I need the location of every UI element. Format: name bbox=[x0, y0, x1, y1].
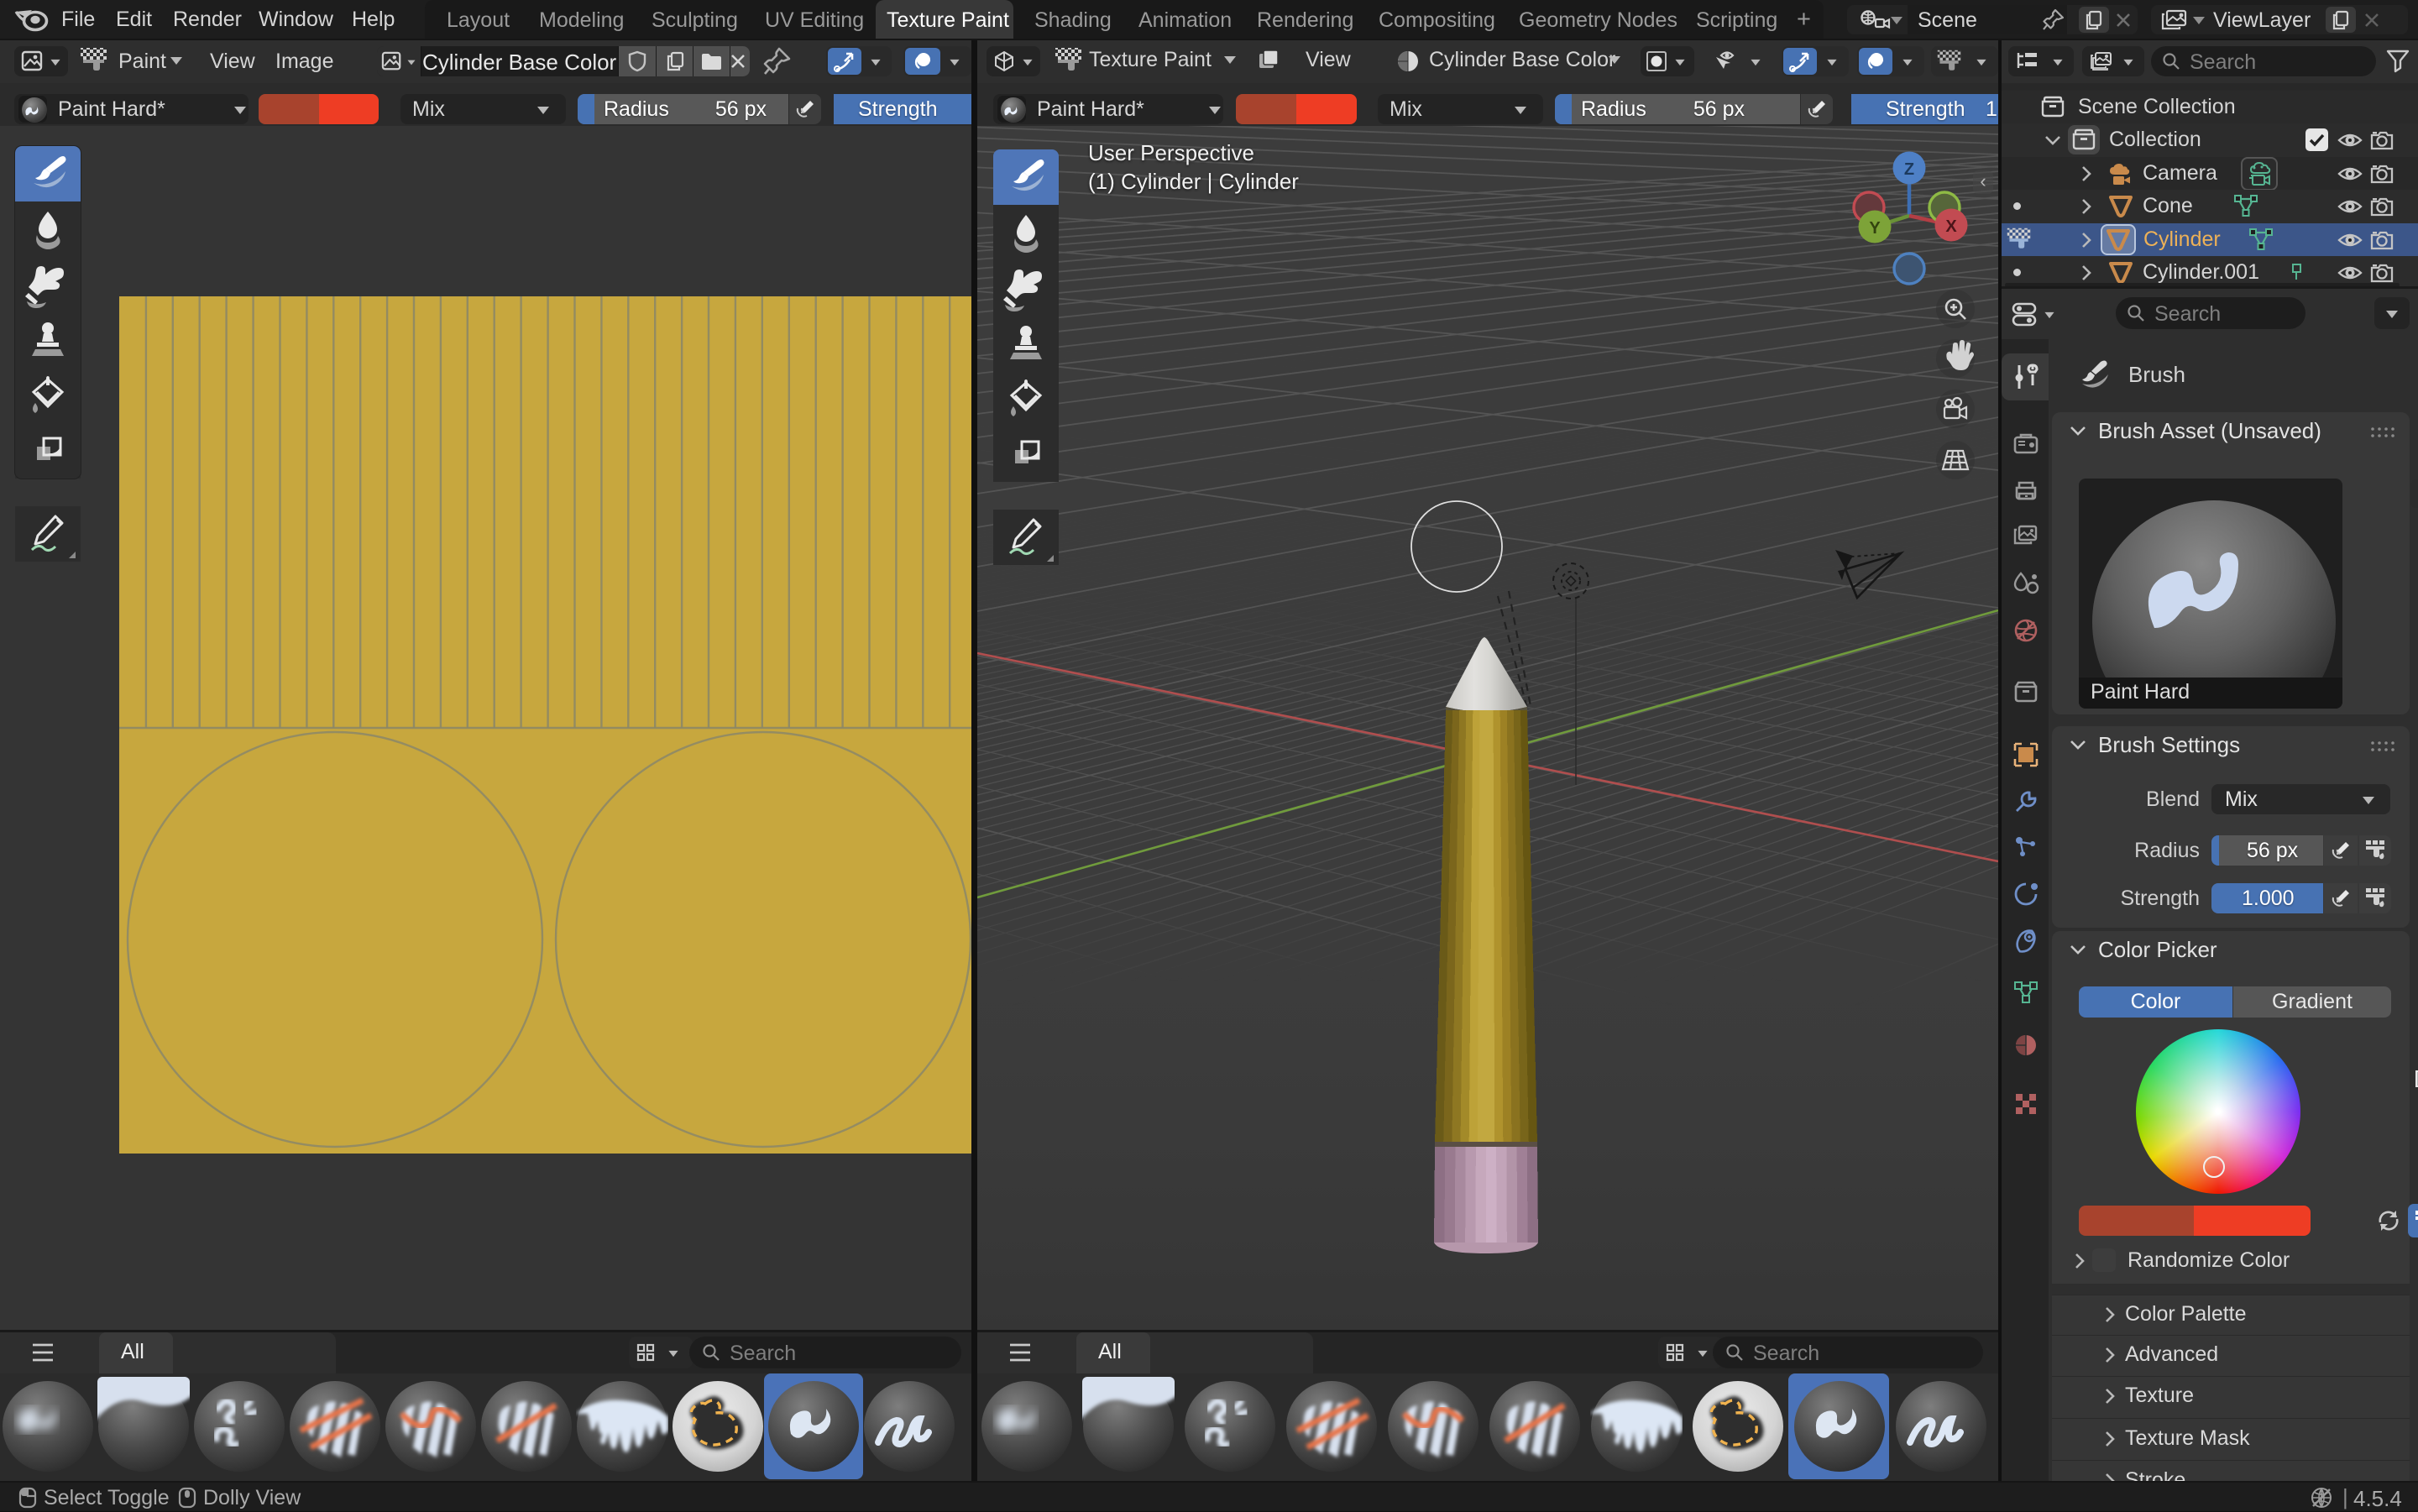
svg-text:Y: Y bbox=[1869, 219, 1881, 238]
svg-text:Z: Z bbox=[1904, 160, 1914, 179]
svg-text:X: X bbox=[1945, 217, 1957, 236]
